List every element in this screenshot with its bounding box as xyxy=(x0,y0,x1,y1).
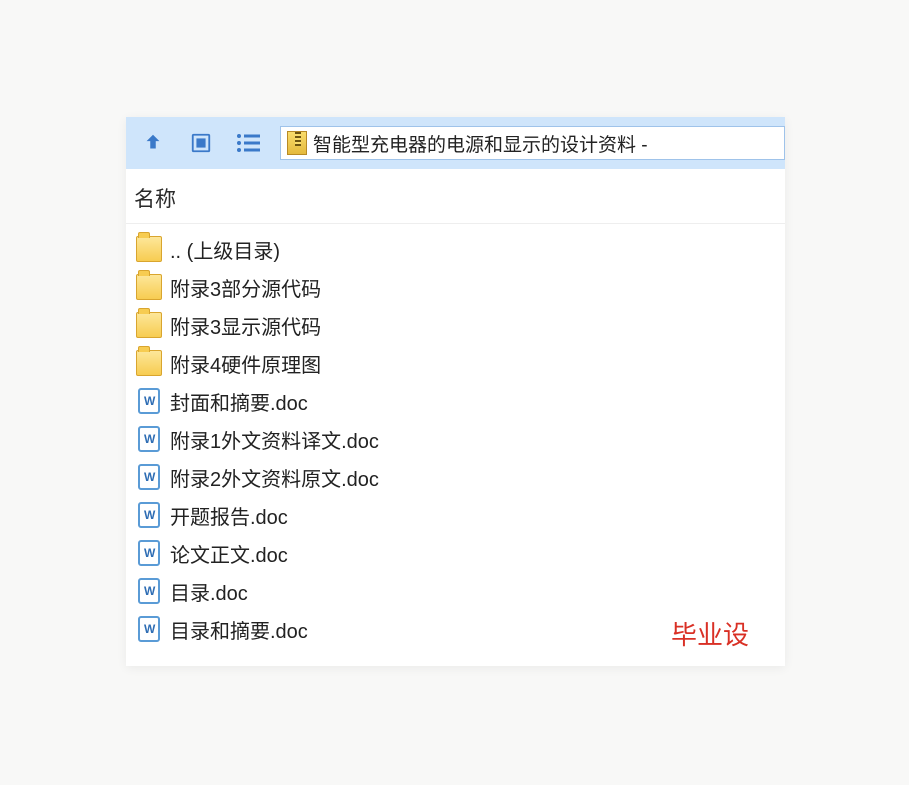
file-name: 附录2外文资料原文.doc xyxy=(170,463,379,492)
doc-icon xyxy=(136,578,162,604)
folder-icon xyxy=(136,312,162,338)
folder-icon xyxy=(136,350,162,376)
file-name: 附录1外文资料译文.doc xyxy=(170,425,379,454)
layout-icon xyxy=(190,132,212,154)
file-name: 封面和摘要.doc xyxy=(170,387,308,416)
list-item[interactable]: 附录1外文资料译文.doc xyxy=(130,420,785,458)
list-item[interactable]: 附录4硬件原理图 xyxy=(130,344,785,382)
toolbar: 智能型充电器的电源和显示的设计资料 - xyxy=(126,117,785,169)
file-list: .. (上级目录) 附录3部分源代码 附录3显示源代码 附录4硬件原理图 封面和… xyxy=(126,224,785,648)
list-item[interactable]: 附录2外文资料原文.doc xyxy=(130,458,785,496)
list-view-button[interactable] xyxy=(232,126,266,160)
file-name: 附录4硬件原理图 xyxy=(170,349,321,378)
window: 智能型充电器的电源和显示的设计资料 - 名称 .. (上级目录) 附录3部分源代… xyxy=(126,117,785,666)
doc-icon xyxy=(136,502,162,528)
list-item[interactable]: 开题报告.doc xyxy=(130,496,785,534)
file-name: .. (上级目录) xyxy=(170,235,280,264)
folder-icon xyxy=(136,236,162,262)
arrow-up-icon xyxy=(142,132,164,154)
archive-icon xyxy=(287,131,307,155)
list-item[interactable]: 封面和摘要.doc xyxy=(130,382,785,420)
list-item[interactable]: 目录.doc xyxy=(130,572,785,610)
breadcrumb[interactable]: 智能型充电器的电源和显示的设计资料 - xyxy=(280,126,785,160)
doc-icon xyxy=(136,426,162,452)
list-item[interactable]: 附录3显示源代码 xyxy=(130,306,785,344)
doc-icon xyxy=(136,464,162,490)
doc-icon xyxy=(136,388,162,414)
folder-icon xyxy=(136,274,162,300)
list-item[interactable]: 论文正文.doc xyxy=(130,534,785,572)
list-icon xyxy=(236,132,262,154)
doc-icon xyxy=(136,616,162,642)
file-name: 开题报告.doc xyxy=(170,501,288,530)
file-name: 论文正文.doc xyxy=(170,539,288,568)
list-item[interactable]: 附录3部分源代码 xyxy=(130,268,785,306)
list-item[interactable]: .. (上级目录) xyxy=(130,230,785,268)
doc-icon xyxy=(136,540,162,566)
file-name: 目录和摘要.doc xyxy=(170,615,308,644)
file-name: 附录3部分源代码 xyxy=(170,273,321,302)
column-header-name[interactable]: 名称 xyxy=(126,169,785,224)
boxed-view-button[interactable] xyxy=(184,126,218,160)
file-name: 附录3显示源代码 xyxy=(170,311,321,340)
breadcrumb-title: 智能型充电器的电源和显示的设计资料 - xyxy=(313,130,648,157)
list-item[interactable]: 目录和摘要.doc xyxy=(130,610,785,648)
up-button[interactable] xyxy=(136,126,170,160)
file-name: 目录.doc xyxy=(170,577,248,606)
